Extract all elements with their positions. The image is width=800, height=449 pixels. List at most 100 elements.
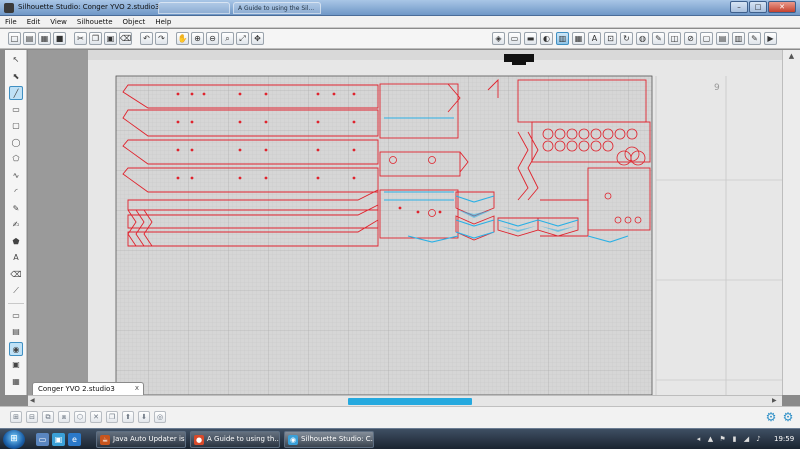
store-button[interactable]: ▤	[716, 32, 729, 45]
settings-gear-icon[interactable]: ⚙	[764, 410, 778, 424]
open-file-button[interactable]: ▦	[38, 32, 51, 45]
store-view-icon[interactable]: ◉	[9, 341, 23, 356]
show-desktop-icon[interactable]: ▭	[36, 433, 49, 446]
bring-forward-icon[interactable]: ⬆	[122, 411, 134, 423]
horizontal-scroll-thumb[interactable]	[348, 398, 472, 405]
registration-marks-button[interactable]: ▢	[700, 32, 713, 45]
rounded-rectangle-tool-icon[interactable]: ▢	[9, 119, 23, 133]
menu-help[interactable]: Help	[155, 18, 171, 26]
design-workspace[interactable]: 9	[28, 50, 782, 395]
compound-path-icon[interactable]: ⧉	[42, 411, 54, 423]
fill-pattern-button[interactable]: ◐	[540, 32, 553, 45]
start-button[interactable]: ⊞	[3, 430, 25, 449]
text-style-button[interactable]: A	[588, 32, 601, 45]
menu-view[interactable]: View	[50, 18, 67, 26]
grid-settings-button[interactable]: ▦	[572, 32, 585, 45]
fill-color-button[interactable]: ◈	[492, 32, 505, 45]
save-button[interactable]: ■	[53, 32, 66, 45]
close-tab-icon[interactable]: x	[135, 384, 139, 392]
knife-tool-icon[interactable]: ⟋	[9, 284, 23, 298]
smooth-freehand-tool-icon[interactable]: ✍	[9, 218, 23, 232]
title-bar[interactable]: Silhouette Studio: Conger YVO 2.studio3 …	[0, 0, 800, 16]
vertical-scrollbar[interactable]: ▲	[782, 50, 800, 395]
tray-icon[interactable]: ⚑	[718, 435, 727, 444]
weld-icon[interactable]: ⬡	[74, 411, 86, 423]
undo-button[interactable]: ↶	[140, 32, 153, 45]
trace-button[interactable]: ✎	[652, 32, 665, 45]
ellipse-tool-icon[interactable]: ◯	[9, 136, 23, 150]
eraser-tool-icon[interactable]: ⌫	[9, 268, 23, 282]
design-view-icon[interactable]: ▣	[9, 358, 23, 372]
taskbar-button[interactable]: ☕ Java Auto Updater is...	[96, 431, 186, 448]
library-button[interactable]: ▥	[732, 32, 745, 45]
document-tab[interactable]: Conger YVO 2.studio3 x	[32, 382, 144, 395]
arc-tool-icon[interactable]: ◜	[9, 185, 23, 199]
cut-view-icon[interactable]: ▦	[9, 375, 23, 389]
library-view-icon[interactable]: ▤	[9, 325, 23, 339]
scroll-right-arrow-icon[interactable]: ▶	[772, 397, 780, 405]
new-document-button[interactable]: □	[8, 32, 21, 45]
menu-object[interactable]: Object	[123, 18, 146, 26]
tray-icon[interactable]: ◢	[742, 435, 751, 444]
rectangle-tool-icon[interactable]: ▭	[9, 103, 23, 117]
zoom-drag-button[interactable]: ⌕	[221, 32, 234, 45]
scroll-left-arrow-icon[interactable]: ◀	[30, 397, 38, 405]
pan-hand-button[interactable]: ✋	[176, 32, 189, 45]
clock[interactable]: 19:59	[774, 435, 794, 443]
line-style-button[interactable]: ▬	[524, 32, 537, 45]
zoom-in-button[interactable]: ⊕	[191, 32, 204, 45]
clear-button[interactable]: ⌫	[119, 32, 132, 45]
app-window: Silhouette Studio: Conger YVO 2.studio3 …	[0, 0, 800, 449]
duplicate-icon[interactable]: ❐	[106, 411, 118, 423]
ungroup-icon[interactable]: ⊟	[26, 411, 38, 423]
zoom-out-button[interactable]: ⊖	[206, 32, 219, 45]
send-backward-icon[interactable]: ⬇	[138, 411, 150, 423]
scroll-up-arrow-icon[interactable]: ▲	[786, 52, 797, 62]
page-view-icon[interactable]: ▭	[9, 309, 23, 323]
freehand-tool-icon[interactable]: ✎	[9, 202, 23, 216]
maximize-button[interactable]: □	[749, 1, 767, 13]
open-folder-button[interactable]: ▤	[23, 32, 36, 45]
line-tool-icon[interactable]: ╱	[9, 86, 23, 100]
tray-icon[interactable]: ♪	[754, 435, 763, 444]
ie-icon[interactable]: e	[68, 433, 81, 446]
offset-button[interactable]: ◍	[636, 32, 649, 45]
tray-icon[interactable]: ◂	[694, 435, 703, 444]
regular-polygon-tool-icon[interactable]: ⬟	[9, 235, 23, 249]
menu-edit[interactable]: Edit	[27, 18, 41, 26]
modify-button[interactable]: ◫	[668, 32, 681, 45]
cut-button[interactable]: ✂	[74, 32, 87, 45]
taskbar-button[interactable]: ● A Guide to using th...	[190, 431, 280, 448]
horizontal-scrollbar[interactable]: ◀ ▶	[28, 395, 782, 406]
minimize-button[interactable]: –	[730, 1, 748, 13]
explorer-icon[interactable]: ▣	[52, 433, 65, 446]
text-tool-icon[interactable]: A	[9, 251, 23, 265]
line-color-button[interactable]: ▭	[508, 32, 521, 45]
delete-icon[interactable]: ✕	[90, 411, 102, 423]
menu-silhouette[interactable]: Silhouette	[77, 18, 113, 26]
copy-button[interactable]: ❐	[89, 32, 102, 45]
group-icon[interactable]: ⊞	[10, 411, 22, 423]
send-to-silhouette-button[interactable]: ▶	[764, 32, 777, 45]
tray-icon[interactable]: ▮	[730, 435, 739, 444]
lock-icon[interactable]: ◎	[154, 411, 166, 423]
point-edit-tool-icon[interactable]: ⬉	[9, 70, 23, 84]
cut-settings-button[interactable]: ✎	[748, 32, 761, 45]
zoom-fit-button[interactable]: ⤢	[236, 32, 249, 45]
paste-button[interactable]: ▣	[104, 32, 117, 45]
menu-file[interactable]: File	[5, 18, 17, 26]
redo-button[interactable]: ↷	[155, 32, 168, 45]
transform-button[interactable]: ↻	[620, 32, 633, 45]
page-setup-button[interactable]: ▥	[556, 32, 569, 45]
close-button[interactable]: ✕	[768, 1, 796, 13]
replicate-button[interactable]: ⊡	[604, 32, 617, 45]
select-tool-icon[interactable]: ↖	[9, 53, 23, 67]
release-compound-icon[interactable]: ⧈	[58, 411, 70, 423]
curve-tool-icon[interactable]: ∿	[9, 169, 23, 183]
knife-button[interactable]: ⊘	[684, 32, 697, 45]
tray-icon[interactable]: ▲	[706, 435, 715, 444]
polygon-tool-icon[interactable]: ⬠	[9, 152, 23, 166]
preferences-gear-icon[interactable]: ⚙	[781, 410, 795, 424]
taskbar-button[interactable]: ◉ Silhouette Studio: C...	[284, 431, 374, 448]
fit-page-button[interactable]: ✥	[251, 32, 264, 45]
